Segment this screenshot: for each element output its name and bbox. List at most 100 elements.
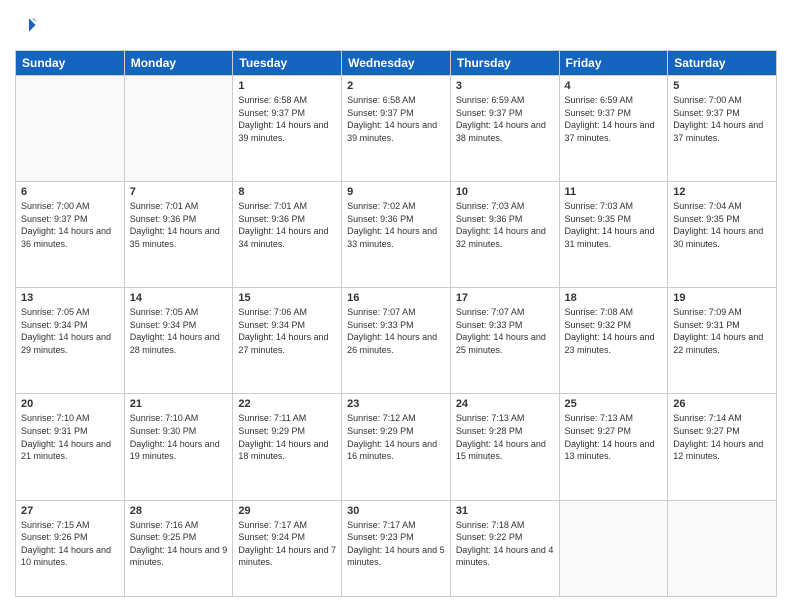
calendar-cell: 1 Sunrise: 6:58 AM Sunset: 9:37 PM Daylig… xyxy=(233,76,342,182)
calendar-cell: 7 Sunrise: 7:01 AM Sunset: 9:36 PM Daylig… xyxy=(124,182,233,288)
header xyxy=(15,15,777,40)
day-number: 28 xyxy=(130,505,228,517)
calendar-cell: 9 Sunrise: 7:02 AM Sunset: 9:36 PM Daylig… xyxy=(342,182,451,288)
day-info: Sunrise: 7:13 AM Sunset: 9:27 PM Dayligh… xyxy=(565,412,663,462)
day-info: Sunrise: 6:58 AM Sunset: 9:37 PM Dayligh… xyxy=(347,94,445,144)
calendar-cell: 8 Sunrise: 7:01 AM Sunset: 9:36 PM Daylig… xyxy=(233,182,342,288)
calendar-cell: 12 Sunrise: 7:04 AM Sunset: 9:35 PM Dayli… xyxy=(668,182,777,288)
calendar-cell: 31Sunrise: 7:18 AM Sunset: 9:22 PM Dayli… xyxy=(450,500,559,597)
day-number: 18 xyxy=(565,292,663,304)
calendar-week-2: 6Sunrise: 7:00 AM Sunset: 9:37 PM Daylig… xyxy=(16,182,777,288)
day-info: Sunrise: 7:00 AM Sunset: 9:37 PM Dayligh… xyxy=(21,200,119,250)
day-info: Sunrise: 7:07 AM Sunset: 9:33 PM Dayligh… xyxy=(347,306,445,356)
calendar-header-tuesday: Tuesday xyxy=(233,51,342,76)
day-info: Sunrise: 7:17 AM Sunset: 9:23 PM Dayligh… xyxy=(347,519,445,569)
day-number: 12 xyxy=(673,186,771,198)
day-info: Sunrise: 7:03 AM Sunset: 9:36 PM Dayligh… xyxy=(456,200,554,250)
day-number: 30 xyxy=(347,505,445,517)
day-info: Sunrise: 7:03 AM Sunset: 9:35 PM Dayligh… xyxy=(565,200,663,250)
day-number: 16 xyxy=(347,292,445,304)
calendar-cell: 3 Sunrise: 6:59 AM Sunset: 9:37 PM Daylig… xyxy=(450,76,559,182)
calendar-cell: 27 Sunrise: 7:15 AM Sunset: 9:26 PM Dayli… xyxy=(16,500,125,597)
calendar-week-5: 27 Sunrise: 7:15 AM Sunset: 9:26 PM Dayli… xyxy=(16,500,777,597)
day-info: Sunrise: 6:59 AM Sunset: 9:37 PM Dayligh… xyxy=(456,94,554,144)
calendar-header-sunday: Sunday xyxy=(16,51,125,76)
calendar-cell: 19Sunrise: 7:09 AM Sunset: 9:31 PM Dayli… xyxy=(668,288,777,394)
day-number: 7 xyxy=(130,186,228,198)
day-number: 11 xyxy=(565,186,663,198)
day-info: Sunrise: 7:15 AM Sunset: 9:26 PM Dayligh… xyxy=(21,519,119,569)
day-number: 4 xyxy=(565,80,663,92)
day-info: Sunrise: 7:06 AM Sunset: 9:34 PM Dayligh… xyxy=(238,306,336,356)
day-info: Sunrise: 7:01 AM Sunset: 9:36 PM Dayligh… xyxy=(238,200,336,250)
day-info: Sunrise: 7:11 AM Sunset: 9:29 PM Dayligh… xyxy=(238,412,336,462)
calendar-cell: 15 Sunrise: 7:06 AM Sunset: 9:34 PM Dayli… xyxy=(233,288,342,394)
calendar-cell: 30 Sunrise: 7:17 AM Sunset: 9:23 PM Dayli… xyxy=(342,500,451,597)
calendar-cell: 10 Sunrise: 7:03 AM Sunset: 9:36 PM Dayli… xyxy=(450,182,559,288)
day-number: 2 xyxy=(347,80,445,92)
day-number: 1 xyxy=(238,80,336,92)
calendar-cell: 29 Sunrise: 7:17 AM Sunset: 9:24 PM Dayli… xyxy=(233,500,342,597)
day-info: Sunrise: 7:16 AM Sunset: 9:25 PM Dayligh… xyxy=(130,519,228,569)
calendar-header-wednesday: Wednesday xyxy=(342,51,451,76)
day-info: Sunrise: 7:13 AM Sunset: 9:28 PM Dayligh… xyxy=(456,412,554,462)
calendar-cell: 11 Sunrise: 7:03 AM Sunset: 9:35 PM Dayli… xyxy=(559,182,668,288)
day-number: 20 xyxy=(21,398,119,410)
calendar-cell: 14Sunrise: 7:05 AM Sunset: 9:34 PM Dayli… xyxy=(124,288,233,394)
day-info: Sunrise: 7:07 AM Sunset: 9:33 PM Dayligh… xyxy=(456,306,554,356)
day-number: 8 xyxy=(238,186,336,198)
logo xyxy=(15,15,37,40)
day-number: 5 xyxy=(673,80,771,92)
day-info: Sunrise: 7:18 AM Sunset: 9:22 PM Dayligh… xyxy=(456,519,554,569)
calendar-header-thursday: Thursday xyxy=(450,51,559,76)
calendar-cell: 28 Sunrise: 7:16 AM Sunset: 9:25 PM Dayli… xyxy=(124,500,233,597)
day-info: Sunrise: 7:05 AM Sunset: 9:34 PM Dayligh… xyxy=(21,306,119,356)
day-info: Sunrise: 7:04 AM Sunset: 9:35 PM Dayligh… xyxy=(673,200,771,250)
calendar-cell: 17 Sunrise: 7:07 AM Sunset: 9:33 PM Dayli… xyxy=(450,288,559,394)
day-info: Sunrise: 7:02 AM Sunset: 9:36 PM Dayligh… xyxy=(347,200,445,250)
day-number: 22 xyxy=(238,398,336,410)
day-number: 26 xyxy=(673,398,771,410)
day-info: Sunrise: 7:17 AM Sunset: 9:24 PM Dayligh… xyxy=(238,519,336,569)
day-number: 27 xyxy=(21,505,119,517)
calendar-cell: 16 Sunrise: 7:07 AM Sunset: 9:33 PM Dayli… xyxy=(342,288,451,394)
calendar-cell: 21Sunrise: 7:10 AM Sunset: 9:30 PM Dayli… xyxy=(124,394,233,500)
day-number: 14 xyxy=(130,292,228,304)
day-info: Sunrise: 6:58 AM Sunset: 9:37 PM Dayligh… xyxy=(238,94,336,144)
day-info: Sunrise: 7:12 AM Sunset: 9:29 PM Dayligh… xyxy=(347,412,445,462)
calendar-cell: 18 Sunrise: 7:08 AM Sunset: 9:32 PM Dayli… xyxy=(559,288,668,394)
calendar-cell: 25Sunrise: 7:13 AM Sunset: 9:27 PM Dayli… xyxy=(559,394,668,500)
calendar-cell: 24 Sunrise: 7:13 AM Sunset: 9:28 PM Dayli… xyxy=(450,394,559,500)
day-number: 23 xyxy=(347,398,445,410)
day-info: Sunrise: 7:08 AM Sunset: 9:32 PM Dayligh… xyxy=(565,306,663,356)
day-number: 15 xyxy=(238,292,336,304)
calendar-header-saturday: Saturday xyxy=(668,51,777,76)
calendar-cell: 13Sunrise: 7:05 AM Sunset: 9:34 PM Dayli… xyxy=(16,288,125,394)
day-number: 29 xyxy=(238,505,336,517)
day-info: Sunrise: 7:01 AM Sunset: 9:36 PM Dayligh… xyxy=(130,200,228,250)
calendar-header-monday: Monday xyxy=(124,51,233,76)
day-number: 17 xyxy=(456,292,554,304)
day-number: 10 xyxy=(456,186,554,198)
day-number: 24 xyxy=(456,398,554,410)
day-number: 19 xyxy=(673,292,771,304)
calendar-cell: 26Sunrise: 7:14 AM Sunset: 9:27 PM Dayli… xyxy=(668,394,777,500)
calendar-cell: 5 Sunrise: 7:00 AM Sunset: 9:37 PM Daylig… xyxy=(668,76,777,182)
calendar-header-friday: Friday xyxy=(559,51,668,76)
calendar-cell: 6Sunrise: 7:00 AM Sunset: 9:37 PM Daylig… xyxy=(16,182,125,288)
calendar-cell xyxy=(668,500,777,597)
calendar-cell: 22 Sunrise: 7:11 AM Sunset: 9:29 PM Dayli… xyxy=(233,394,342,500)
calendar-week-1: 1 Sunrise: 6:58 AM Sunset: 9:37 PM Daylig… xyxy=(16,76,777,182)
calendar-week-3: 13Sunrise: 7:05 AM Sunset: 9:34 PM Dayli… xyxy=(16,288,777,394)
page: SundayMondayTuesdayWednesdayThursdayFrid… xyxy=(0,0,792,612)
day-number: 3 xyxy=(456,80,554,92)
logo-icon xyxy=(17,15,37,35)
calendar-cell: 4Sunrise: 6:59 AM Sunset: 9:37 PM Daylig… xyxy=(559,76,668,182)
day-info: Sunrise: 7:00 AM Sunset: 9:37 PM Dayligh… xyxy=(673,94,771,144)
calendar-table: SundayMondayTuesdayWednesdayThursdayFrid… xyxy=(15,50,777,597)
day-info: Sunrise: 7:10 AM Sunset: 9:30 PM Dayligh… xyxy=(130,412,228,462)
day-number: 9 xyxy=(347,186,445,198)
calendar-cell xyxy=(16,76,125,182)
calendar-header-row: SundayMondayTuesdayWednesdayThursdayFrid… xyxy=(16,51,777,76)
calendar-cell: 20Sunrise: 7:10 AM Sunset: 9:31 PM Dayli… xyxy=(16,394,125,500)
